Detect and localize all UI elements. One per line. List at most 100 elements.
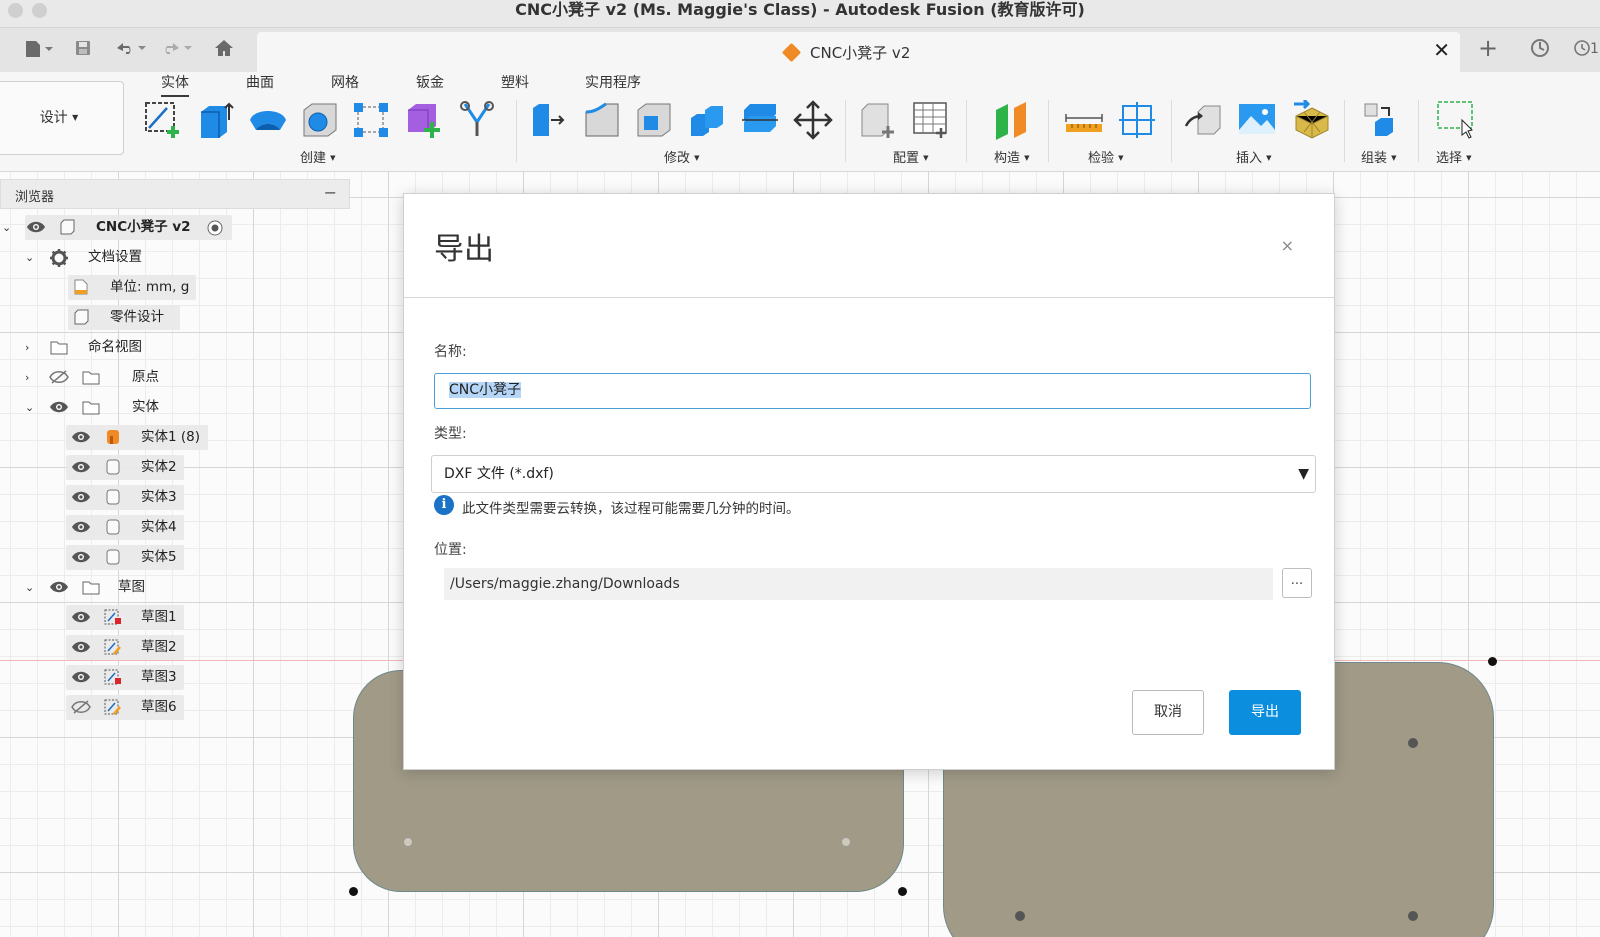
file-menu-icon[interactable]: [24, 39, 54, 64]
tree-row-sketch[interactable]: 草图1: [0, 604, 200, 631]
tree-row-units[interactable]: 单位: mm, g: [0, 274, 200, 301]
pattern-icon[interactable]: [351, 100, 391, 140]
workspace-dropdown[interactable]: 设计 ▼: [0, 81, 124, 155]
insert-group-menu[interactable]: 插入 ▼: [1236, 147, 1272, 166]
press-pull-icon[interactable]: [529, 100, 569, 140]
close-tab-icon[interactable]: ✕: [1433, 38, 1450, 62]
modify-group-menu[interactable]: 修改 ▼: [664, 147, 700, 166]
tree-row-named-views[interactable]: › 命名视图: [0, 334, 200, 361]
revolve-icon[interactable]: [248, 100, 288, 140]
new-component-icon[interactable]: [404, 100, 444, 140]
chevron-down-icon[interactable]: ⌄: [25, 574, 34, 601]
section-analysis-icon[interactable]: [1117, 100, 1157, 140]
eye-hidden-icon[interactable]: [49, 370, 69, 384]
home-icon[interactable]: [214, 39, 234, 62]
insert-canvas-icon[interactable]: [1237, 100, 1277, 140]
insert-derive-icon[interactable]: [1184, 100, 1224, 140]
tree-label: 实体4: [141, 519, 177, 535]
tab-surface[interactable]: 曲面: [246, 72, 274, 92]
tree-row-doc-settings[interactable]: ⌄ 文档设置: [0, 244, 200, 271]
offset-plane-icon[interactable]: [992, 100, 1032, 140]
tree-row-origin[interactable]: › 原点: [0, 364, 200, 391]
type-select[interactable]: DXF 文件 (*.dxf) ▼: [431, 455, 1316, 493]
collapse-panel-icon[interactable]: −: [324, 183, 337, 202]
gear-icon: [50, 249, 68, 267]
eye-icon[interactable]: [71, 460, 91, 474]
body-icon: [106, 519, 120, 535]
inspect-group-menu[interactable]: 检验 ▼: [1088, 147, 1124, 166]
fillet-icon[interactable]: [582, 100, 622, 140]
tree-row-sketches[interactable]: ⌄ 草图: [0, 574, 200, 601]
eye-icon[interactable]: [71, 670, 91, 684]
eye-icon[interactable]: [26, 220, 46, 234]
create-sketch-icon[interactable]: [143, 100, 183, 140]
move-icon[interactable]: [793, 100, 833, 140]
tree-row-body[interactable]: 实体4: [0, 514, 200, 541]
split-body-icon[interactable]: [740, 100, 780, 140]
configure-group-menu[interactable]: 配置 ▼: [893, 147, 929, 166]
tree-row-body[interactable]: 实体1 (8): [0, 424, 220, 451]
eye-icon[interactable]: [49, 400, 69, 414]
undo-icon[interactable]: [113, 39, 149, 62]
export-button[interactable]: 导出: [1229, 690, 1301, 735]
hole-mark: [403, 837, 413, 847]
chevron-down-icon[interactable]: ⌄: [2, 214, 11, 241]
select-group-menu[interactable]: 选择 ▼: [1436, 147, 1472, 166]
eye-icon[interactable]: [49, 580, 69, 594]
chevron-down-icon[interactable]: ⌄: [25, 394, 34, 421]
configure-icon[interactable]: [858, 100, 898, 140]
select-icon[interactable]: [1436, 100, 1476, 140]
extrude-icon[interactable]: [195, 100, 235, 140]
notifications-badge[interactable]: 1: [1574, 40, 1599, 57]
eye-icon[interactable]: [71, 430, 91, 444]
dialog-title: 导出: [434, 232, 494, 267]
new-tab-icon[interactable]: +: [1478, 34, 1498, 62]
save-icon[interactable]: [74, 39, 92, 62]
measure-icon[interactable]: [1064, 100, 1104, 140]
tree-row-sketch[interactable]: 草图6: [0, 694, 200, 721]
tab-mesh[interactable]: 网格: [331, 72, 359, 92]
eye-icon[interactable]: [71, 550, 91, 564]
tab-sheet-metal[interactable]: 钣金: [416, 72, 444, 92]
insert-mesh-icon[interactable]: [1292, 98, 1332, 140]
cancel-button[interactable]: 取消: [1132, 690, 1204, 735]
joint-icon[interactable]: [1361, 100, 1401, 140]
shell-icon[interactable]: [634, 100, 674, 140]
eye-icon[interactable]: [71, 610, 91, 624]
tree-label: 单位: mm, g: [110, 279, 190, 295]
divider: [1048, 100, 1049, 162]
construct-group-menu[interactable]: 构造 ▼: [994, 147, 1030, 166]
configuration-table-icon[interactable]: [911, 100, 951, 140]
tree-row-body[interactable]: 实体2: [0, 454, 200, 481]
chevron-down-icon[interactable]: ⌄: [25, 244, 34, 271]
eye-hidden-icon[interactable]: [71, 700, 91, 714]
tab-plastic[interactable]: 塑料: [501, 72, 529, 92]
name-input[interactable]: CNC小凳子: [434, 373, 1311, 409]
eye-icon[interactable]: [71, 640, 91, 654]
chevron-right-icon[interactable]: ›: [25, 364, 29, 391]
eye-icon[interactable]: [71, 520, 91, 534]
combine-icon[interactable]: [457, 100, 497, 140]
activate-component-icon[interactable]: [207, 220, 223, 236]
location-input[interactable]: /Users/maggie.zhang/Downloads: [444, 568, 1273, 600]
tab-utilities[interactable]: 实用程序: [585, 72, 641, 92]
align-icon[interactable]: [687, 100, 727, 140]
close-icon[interactable]: ×: [1281, 236, 1294, 255]
tab-solid[interactable]: 实体: [161, 72, 189, 97]
tree-row-body[interactable]: 实体5: [0, 544, 200, 571]
assemble-group-menu[interactable]: 组装 ▼: [1361, 147, 1397, 166]
tree-row-sketch[interactable]: 草图2: [0, 634, 200, 661]
tree-row-design-type[interactable]: 零件设计: [0, 304, 200, 331]
browse-location-button[interactable]: ...: [1282, 568, 1312, 598]
redo-icon[interactable]: [157, 39, 193, 62]
job-status-icon[interactable]: [1530, 38, 1550, 63]
eye-icon[interactable]: [71, 490, 91, 504]
tree-row-sketch[interactable]: 草图3: [0, 664, 200, 691]
tree-row-body[interactable]: 实体3: [0, 484, 200, 511]
create-group-menu[interactable]: 创建 ▼: [300, 147, 336, 166]
tree-row-bodies[interactable]: ⌄ 实体: [0, 394, 200, 421]
chevron-right-icon[interactable]: ›: [25, 334, 29, 361]
document-tab[interactable]: CNC小凳子 v2 ✕: [257, 32, 1460, 72]
hole-icon[interactable]: [300, 100, 340, 140]
tree-root-row[interactable]: ⌄ CNC小凳子 v2: [0, 214, 240, 241]
